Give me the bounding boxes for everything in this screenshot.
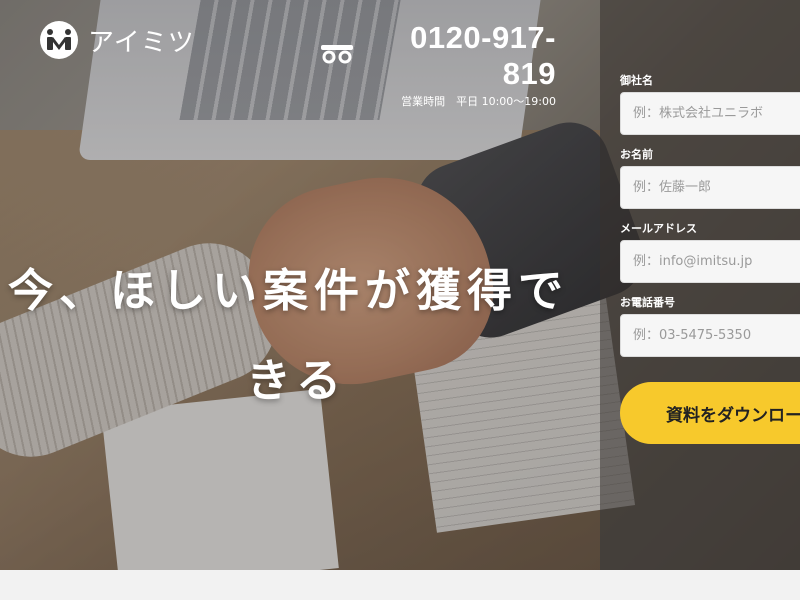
name-label: お名前: [620, 148, 653, 161]
logo-icon: [40, 21, 78, 59]
logo[interactable]: アイミツ: [40, 21, 195, 59]
download-button[interactable]: 資料をダウンロード: [620, 382, 800, 444]
free-dial-icon: [320, 44, 354, 68]
hero-section: アイミツ 0120-917-819 営業時間 平日 10:00〜19:00 今、…: [0, 0, 800, 570]
phone-input[interactable]: [620, 314, 800, 357]
phone-number[interactable]: 0120-917-819: [360, 20, 556, 92]
page-bottom: [0, 570, 800, 600]
company-input[interactable]: [620, 92, 800, 135]
email-input[interactable]: [620, 240, 800, 283]
phone-contact[interactable]: 0120-917-819 営業時間 平日 10:00〜19:00: [320, 20, 556, 109]
name-input[interactable]: [620, 166, 800, 209]
headline-line-2: きる: [246, 354, 348, 407]
headline-line-1: 今、ほしい案件が獲得で: [8, 264, 570, 317]
logo-text: アイミツ: [88, 27, 195, 58]
business-hours: 営業時間 平日 10:00〜19:00: [401, 95, 556, 108]
company-label: 御社名: [620, 74, 653, 87]
email-label: メールアドレス: [620, 222, 697, 235]
hero-headline: 今、ほしい案件が獲得で きる: [8, 246, 598, 426]
phone-label: お電話番号: [620, 296, 675, 309]
download-form: 御社名 お名前 メールアドレス お電話番号 資料をダウンロード: [600, 0, 800, 570]
